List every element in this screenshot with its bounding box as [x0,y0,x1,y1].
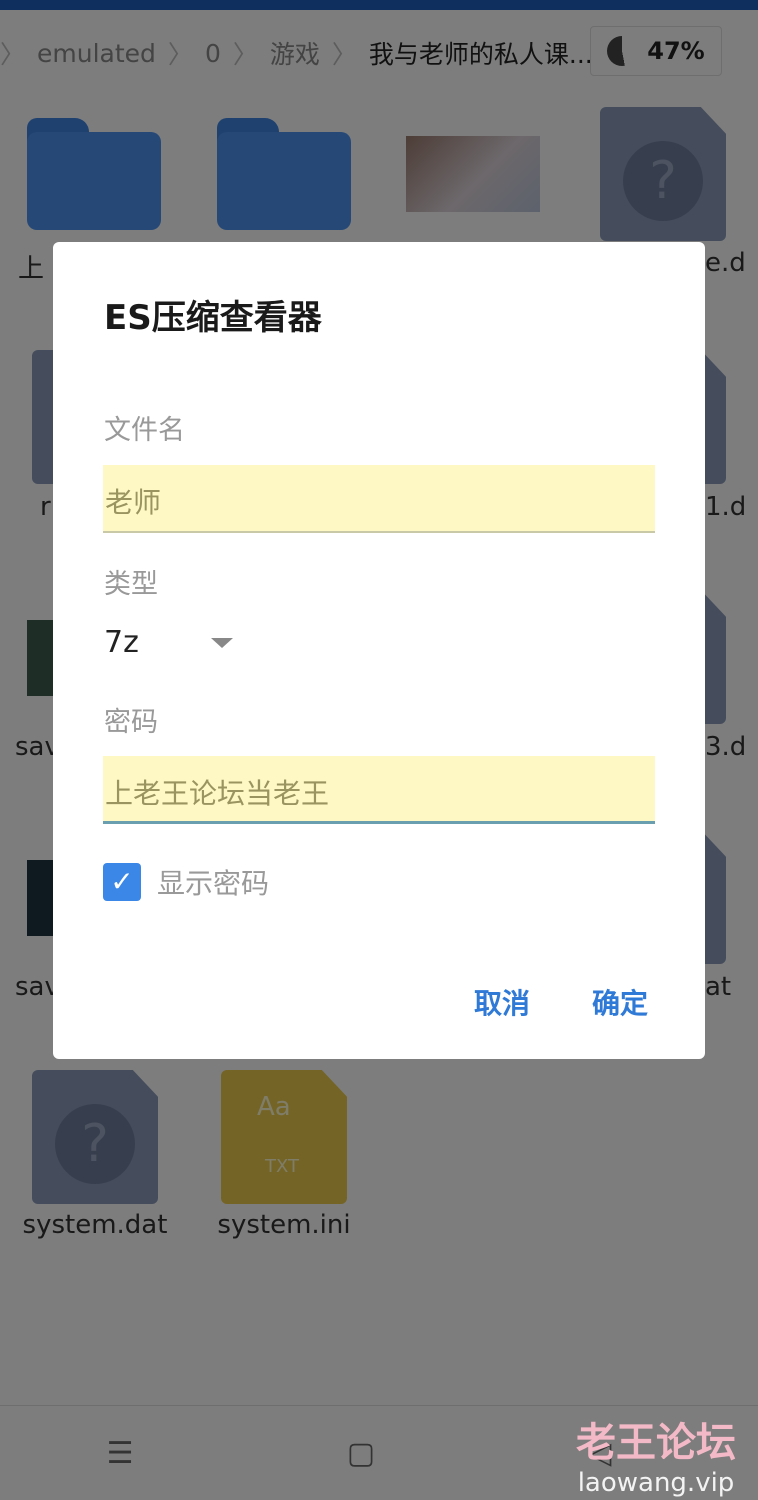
password-input[interactable]: 上老王论坛当老王 [103,756,655,824]
compress-dialog: ES压缩查看器 文件名 老师 类型 7z 密码 上老王论坛当老王 ✓ 显示密码 … [53,242,705,1059]
cancel-button[interactable]: 取消 [474,982,530,1022]
dialog-title: ES压缩查看器 [104,298,322,338]
watermark-url: laowang.vip [577,1468,735,1498]
watermark-logo: 老王论坛 laowang.vip [576,1410,736,1498]
ok-button[interactable]: 确定 [592,982,648,1022]
checkmark-icon[interactable]: ✓ [103,863,141,901]
show-password-checkbox[interactable]: ✓ 显示密码 [103,862,269,902]
filename-label: 文件名 [104,415,185,446]
password-label: 密码 [104,707,158,738]
type-value: 7z [104,625,139,660]
filename-input[interactable]: 老师 [103,465,655,533]
show-password-label: 显示密码 [157,867,270,900]
watermark-title: 老王论坛 [576,1420,736,1466]
type-select[interactable]: 7z [104,625,233,660]
type-label: 类型 [104,569,158,600]
dropdown-arrow-icon [210,637,233,648]
